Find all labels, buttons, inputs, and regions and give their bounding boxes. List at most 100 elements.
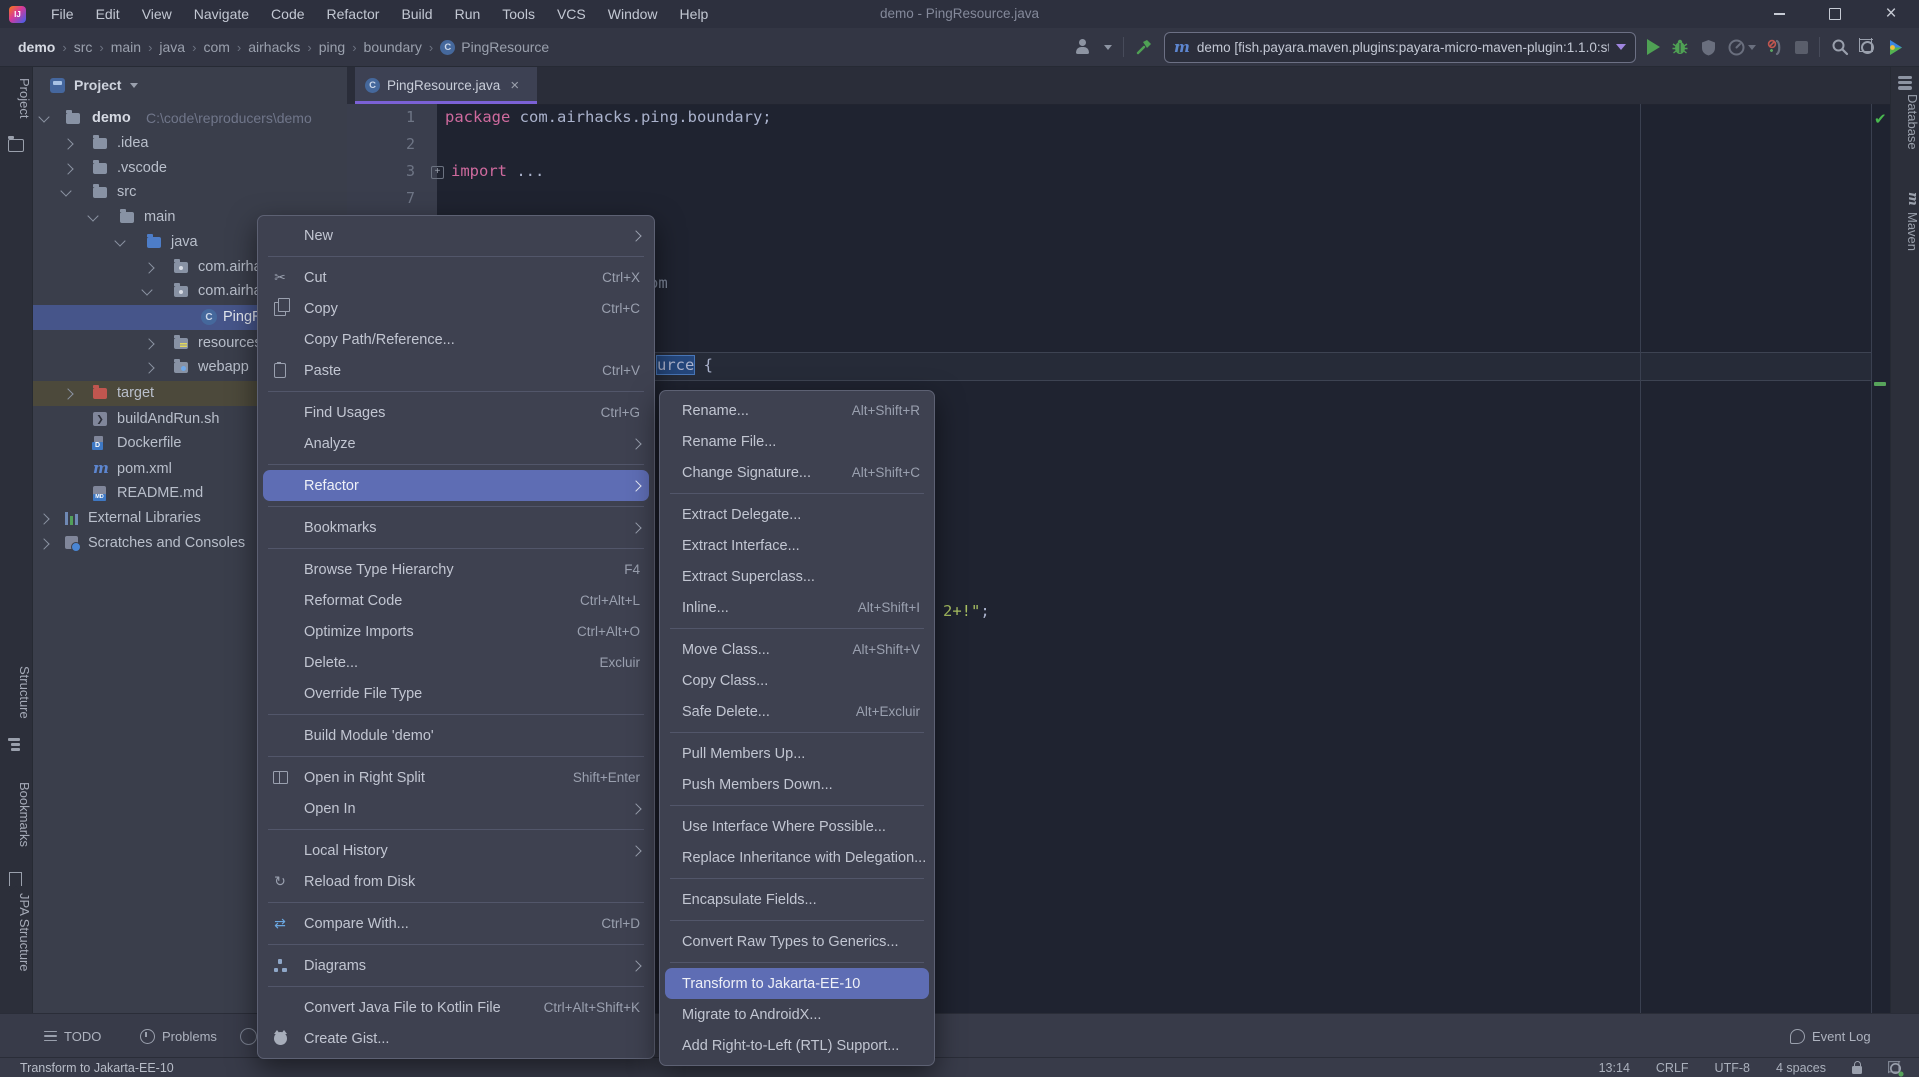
chevron-down-icon[interactable] (87, 210, 98, 221)
menu-item-rename-file[interactable]: Rename File... (660, 426, 934, 457)
project-tool-icon[interactable] (8, 139, 24, 152)
code-fragment-declaration[interactable]: urce { (657, 352, 713, 378)
menu-item-move-class[interactable]: Move Class...Alt+Shift+V (660, 634, 934, 665)
tool-window-button-problems[interactable]: Problems (140, 1014, 217, 1058)
user-profile-icon[interactable] (1075, 39, 1093, 55)
status-gear-icon[interactable] (1889, 1062, 1902, 1075)
menu-item-copy-path[interactable]: Copy Path/Reference... (258, 324, 654, 355)
menu-file[interactable]: File (40, 0, 85, 28)
breadcrumb-item[interactable]: demo (18, 39, 55, 55)
tree-item-vscode[interactable]: .vscode (32, 156, 347, 181)
menu-item-find-usages[interactable]: Find UsagesCtrl+G (258, 397, 654, 428)
chevron-right-icon[interactable] (38, 513, 49, 524)
menu-view[interactable]: View (131, 0, 183, 28)
menu-item-migrate-to-androidx[interactable]: Migrate to AndroidX... (660, 999, 934, 1030)
menu-item-open-in-right-split[interactable]: Open in Right SplitShift+Enter (258, 762, 654, 793)
breadcrumb-item[interactable]: java (159, 39, 185, 55)
fold-marker-icon[interactable]: + (431, 166, 444, 179)
menu-item-open-in[interactable]: Open In (258, 793, 654, 824)
breadcrumb-item[interactable]: airhacks (248, 39, 300, 55)
menu-item-paste[interactable]: PasteCtrl+V (258, 355, 654, 386)
lock-icon[interactable] (1852, 1066, 1862, 1074)
debug-button[interactable] (1671, 38, 1689, 56)
menu-item-extract-delegate[interactable]: Extract Delegate... (660, 499, 934, 530)
menu-item-delete[interactable]: Delete...Excluir (258, 647, 654, 678)
menu-item-change-signature[interactable]: Change Signature...Alt+Shift+C (660, 457, 934, 488)
menu-run[interactable]: Run (444, 0, 492, 28)
menu-item-use-interface[interactable]: Use Interface Where Possible... (660, 811, 934, 842)
indent-widget[interactable]: 4 spaces (1776, 1061, 1826, 1075)
menu-item-compare-with[interactable]: ⇄Compare With...Ctrl+D (258, 908, 654, 939)
menu-item-reformat-code[interactable]: Reformat CodeCtrl+Alt+L (258, 585, 654, 616)
menu-item-transform-to-jakarta[interactable]: Transform to Jakarta-EE-10 (665, 968, 929, 999)
maven-tool-icon[interactable]: m (1891, 192, 1919, 206)
tool-window-button-jpa-structure[interactable]: JPA Structure (0, 893, 32, 972)
menu-item-cut[interactable]: ✂CutCtrl+X (258, 262, 654, 293)
menu-item-refactor[interactable]: Refactor (263, 470, 649, 501)
build-hammer-icon[interactable] (1135, 38, 1153, 56)
tree-item-src[interactable]: src (32, 180, 347, 205)
chevron-right-icon[interactable] (62, 388, 73, 399)
chevron-right-icon[interactable] (143, 338, 154, 349)
tool-window-button-bookmarks[interactable]: Bookmarks (0, 782, 32, 847)
menu-item-copy[interactable]: CopyCtrl+C (258, 293, 654, 324)
tool-window-button-todo[interactable]: TODO (44, 1014, 101, 1058)
tool-window-button-structure[interactable]: Structure (0, 666, 32, 719)
menu-navigate[interactable]: Navigate (183, 0, 260, 28)
inspections-ok-icon[interactable]: ✔ (1874, 110, 1887, 128)
menu-item-diagrams[interactable]: Diagrams (258, 950, 654, 981)
run-with-coverage-icon[interactable] (1700, 39, 1717, 56)
menu-item-pull-members-up[interactable]: Pull Members Up... (660, 738, 934, 769)
bookmarks-tool-icon[interactable] (9, 872, 22, 886)
line-separator-widget[interactable]: CRLF (1656, 1061, 1689, 1075)
menu-item-new[interactable]: New (258, 220, 654, 251)
menu-item-create-gist[interactable]: Create Gist... (258, 1023, 654, 1054)
menu-item-convert-raw-types[interactable]: Convert Raw Types to Generics... (660, 926, 934, 957)
breadcrumb-item[interactable]: com (203, 39, 229, 55)
caret-position-widget[interactable]: 13:14 (1599, 1061, 1630, 1075)
profiler-icon[interactable] (1728, 39, 1745, 56)
menu-item-replace-inheritance[interactable]: Replace Inheritance with Delegation... (660, 842, 934, 873)
stop-button[interactable] (1795, 41, 1808, 54)
project-panel-header[interactable]: Project (32, 66, 347, 104)
breadcrumb-item[interactable]: ping (319, 39, 345, 55)
minimize-button[interactable] (1751, 0, 1807, 28)
menu-code[interactable]: Code (260, 0, 315, 28)
chevron-right-icon[interactable] (143, 362, 154, 373)
code-line-3[interactable]: import ... (451, 158, 544, 185)
chevron-down-icon[interactable] (114, 235, 125, 246)
menu-refactor[interactable]: Refactor (316, 0, 391, 28)
menu-item-local-history[interactable]: Local History (258, 835, 654, 866)
tool-window-button-maven[interactable]: Maven (1891, 212, 1919, 251)
search-everywhere-icon[interactable] (1831, 38, 1849, 56)
menu-build[interactable]: Build (390, 0, 443, 28)
menu-item-extract-interface[interactable]: Extract Interface... (660, 530, 934, 561)
breadcrumb-item-class[interactable]: PingResource (461, 39, 549, 55)
maximize-button[interactable] (1807, 0, 1863, 28)
run-configuration-select[interactable]: m demo [fish.payara.maven.plugins:payara… (1164, 32, 1636, 63)
attach-debugger-icon[interactable] (1767, 39, 1784, 56)
menu-item-reload-from-disk[interactable]: ↻Reload from Disk (258, 866, 654, 897)
menu-item-bookmarks[interactable]: Bookmarks (258, 512, 654, 543)
run-button[interactable] (1647, 39, 1660, 55)
breadcrumb-item[interactable]: src (74, 39, 93, 55)
tree-item-idea[interactable]: .idea (32, 131, 347, 156)
chevron-right-icon[interactable] (62, 138, 73, 149)
structure-tool-icon[interactable] (8, 738, 22, 750)
tree-item-demo[interactable]: demo C:\code\reproducers\demo (32, 106, 347, 131)
close-tab-icon[interactable]: × (510, 77, 519, 94)
menu-item-optimize-imports[interactable]: Optimize ImportsCtrl+Alt+O (258, 616, 654, 647)
encoding-widget[interactable]: UTF-8 (1715, 1061, 1750, 1075)
tool-window-button-project[interactable]: Project (0, 78, 32, 118)
menu-item-rename[interactable]: Rename...Alt+Shift+R (660, 395, 934, 426)
menu-help[interactable]: Help (669, 0, 720, 28)
chevron-right-icon[interactable] (38, 538, 49, 549)
code-line-1[interactable]: package com.airhacks.ping.boundary; (445, 104, 772, 131)
menu-item-copy-class[interactable]: Copy Class... (660, 665, 934, 696)
tool-window-button-database[interactable]: Database (1891, 94, 1919, 150)
chevron-down-icon[interactable] (38, 111, 49, 122)
chevron-down-icon[interactable] (141, 284, 152, 295)
tab-pingresource[interactable]: C PingResource.java × (355, 66, 537, 104)
code-fragment-return[interactable]: 2+!"; (943, 598, 990, 625)
chevron-right-icon[interactable] (62, 163, 73, 174)
